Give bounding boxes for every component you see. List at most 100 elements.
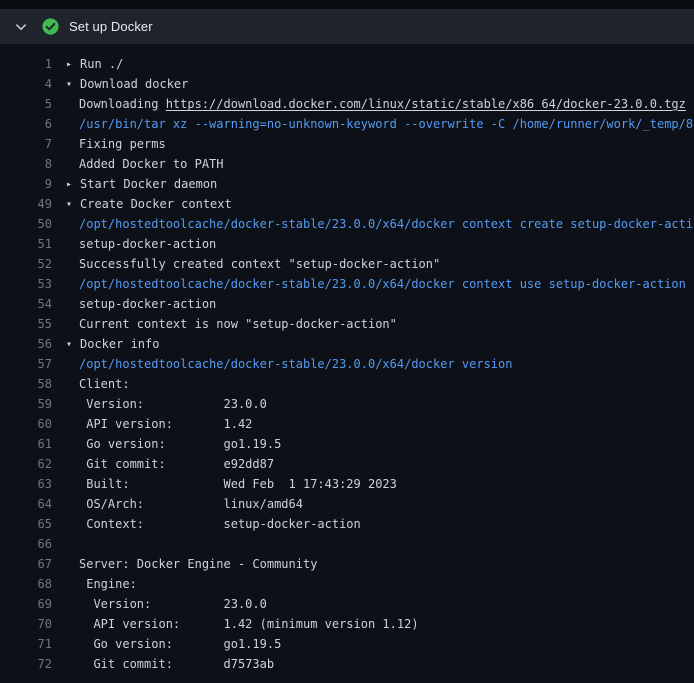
log-line: 70 API version: 1.42 (minimum version 1.… <box>0 614 694 634</box>
line-number[interactable]: 62 <box>0 454 52 474</box>
log-line: 68 Engine: <box>0 574 694 594</box>
line-number[interactable]: 50 <box>0 214 52 234</box>
log-text <box>52 534 79 554</box>
log-line: 4▾Download docker <box>0 74 694 94</box>
log-group-label: Docker info <box>80 337 159 351</box>
line-number[interactable]: 49 <box>0 194 52 214</box>
line-number[interactable]: 63 <box>0 474 52 494</box>
line-number[interactable]: 68 <box>0 574 52 594</box>
log-command-text: /opt/hostedtoolcache/docker-stable/23.0.… <box>52 354 512 374</box>
log-line: 60 API version: 1.42 <box>0 414 694 434</box>
log-link[interactable]: https://download.docker.com/linux/static… <box>166 97 686 111</box>
line-number[interactable]: 64 <box>0 494 52 514</box>
line-number[interactable]: 59 <box>0 394 52 414</box>
check-circle-icon <box>42 18 59 35</box>
log-line: 69 Version: 23.0.0 <box>0 594 694 614</box>
log-line: 62 Git commit: e92dd87 <box>0 454 694 474</box>
line-number[interactable]: 65 <box>0 514 52 534</box>
line-number[interactable]: 6 <box>0 114 52 134</box>
line-number[interactable]: 55 <box>0 314 52 334</box>
log-text: setup-docker-action <box>52 294 216 314</box>
log-command-text: /opt/hostedtoolcache/docker-stable/23.0.… <box>52 214 694 234</box>
log-text: setup-docker-action <box>52 234 216 254</box>
log-group-label: Run ./ <box>80 57 123 71</box>
log-text: Go version: go1.19.5 <box>52 634 281 654</box>
step-title: Set up Docker <box>69 19 153 34</box>
line-number[interactable]: 56 <box>0 334 52 354</box>
line-number[interactable]: 60 <box>0 414 52 434</box>
log-text: API version: 1.42 (minimum version 1.12) <box>52 614 419 634</box>
line-number[interactable]: 57 <box>0 354 52 374</box>
log-text: Context: setup-docker-action <box>52 514 361 534</box>
log-text-segment: Downloading <box>79 97 166 111</box>
log-line: 56▾Docker info <box>0 334 694 354</box>
line-number[interactable]: 4 <box>0 74 52 94</box>
line-number[interactable]: 9 <box>0 174 52 194</box>
line-number[interactable]: 7 <box>0 134 52 154</box>
log-line: 51setup-docker-action <box>0 234 694 254</box>
log-text: Version: 23.0.0 <box>52 394 267 414</box>
log-line: 59 Version: 23.0.0 <box>0 394 694 414</box>
group-chevron-expanded-icon: ▾ <box>66 335 80 355</box>
log-line: 71 Go version: go1.19.5 <box>0 634 694 654</box>
step-header[interactable]: Set up Docker <box>0 9 694 44</box>
log-lines: 1▸Run ./4▾Download docker5Downloading ht… <box>0 44 694 674</box>
log-command-text: /usr/bin/tar xz --warning=no-unknown-key… <box>52 114 694 134</box>
group-chevron-expanded-icon: ▾ <box>66 195 80 215</box>
log-line: 67Server: Docker Engine - Community <box>0 554 694 574</box>
log-line: 61 Go version: go1.19.5 <box>0 434 694 454</box>
log-group-label: Start Docker daemon <box>80 177 217 191</box>
log-group-toggle[interactable]: ▾Docker info <box>52 334 159 354</box>
log-group-toggle[interactable]: ▾Create Docker context <box>52 194 232 214</box>
log-text: Engine: <box>52 574 137 594</box>
line-number[interactable]: 67 <box>0 554 52 574</box>
log-line: 72 Git commit: d7573ab <box>0 654 694 674</box>
line-number[interactable]: 52 <box>0 254 52 274</box>
log-text: Successfully created context "setup-dock… <box>52 254 440 274</box>
line-number[interactable]: 71 <box>0 634 52 654</box>
log-text: API version: 1.42 <box>52 414 252 434</box>
line-number[interactable]: 53 <box>0 274 52 294</box>
group-chevron-collapsed-icon: ▸ <box>66 55 80 75</box>
log-text: Downloading https://download.docker.com/… <box>52 94 686 114</box>
line-number[interactable]: 66 <box>0 534 52 554</box>
line-number[interactable]: 1 <box>0 54 52 74</box>
line-number[interactable]: 69 <box>0 594 52 614</box>
log-group-toggle[interactable]: ▸Start Docker daemon <box>52 174 217 194</box>
log-text: Go version: go1.19.5 <box>52 434 281 454</box>
line-number[interactable]: 51 <box>0 234 52 254</box>
log-group-toggle[interactable]: ▸Run ./ <box>52 54 123 74</box>
log-text: Built: Wed Feb 1 17:43:29 2023 <box>52 474 397 494</box>
log-line: 5Downloading https://download.docker.com… <box>0 94 694 114</box>
log-line: 9▸Start Docker daemon <box>0 174 694 194</box>
line-number[interactable]: 70 <box>0 614 52 634</box>
log-line: 50/opt/hostedtoolcache/docker-stable/23.… <box>0 214 694 234</box>
log-command-text: /opt/hostedtoolcache/docker-stable/23.0.… <box>52 274 686 294</box>
log-line: 1▸Run ./ <box>0 54 694 74</box>
line-number[interactable]: 72 <box>0 654 52 674</box>
log-text: Client: <box>52 374 130 394</box>
line-number[interactable]: 8 <box>0 154 52 174</box>
line-number[interactable]: 5 <box>0 94 52 114</box>
line-number[interactable]: 61 <box>0 434 52 454</box>
log-group-label: Download docker <box>80 77 188 91</box>
log-group-label: Create Docker context <box>80 197 232 211</box>
log-text: OS/Arch: linux/amd64 <box>52 494 303 514</box>
log-line: 7Fixing perms <box>0 134 694 154</box>
log-text: Version: 23.0.0 <box>52 594 267 614</box>
log-line: 57/opt/hostedtoolcache/docker-stable/23.… <box>0 354 694 374</box>
log-line: 52Successfully created context "setup-do… <box>0 254 694 274</box>
line-number[interactable]: 54 <box>0 294 52 314</box>
log-line: 65 Context: setup-docker-action <box>0 514 694 534</box>
log-line: 55Current context is now "setup-docker-a… <box>0 314 694 334</box>
log-text: Server: Docker Engine - Community <box>52 554 317 574</box>
log-line: 63 Built: Wed Feb 1 17:43:29 2023 <box>0 474 694 494</box>
log-line: 64 OS/Arch: linux/amd64 <box>0 494 694 514</box>
chevron-down-icon[interactable] <box>14 20 28 34</box>
line-number[interactable]: 58 <box>0 374 52 394</box>
group-chevron-collapsed-icon: ▸ <box>66 175 80 195</box>
log-line: 58Client: <box>0 374 694 394</box>
log-group-toggle[interactable]: ▾Download docker <box>52 74 188 94</box>
log-line: 66 <box>0 534 694 554</box>
log-text: Current context is now "setup-docker-act… <box>52 314 397 334</box>
